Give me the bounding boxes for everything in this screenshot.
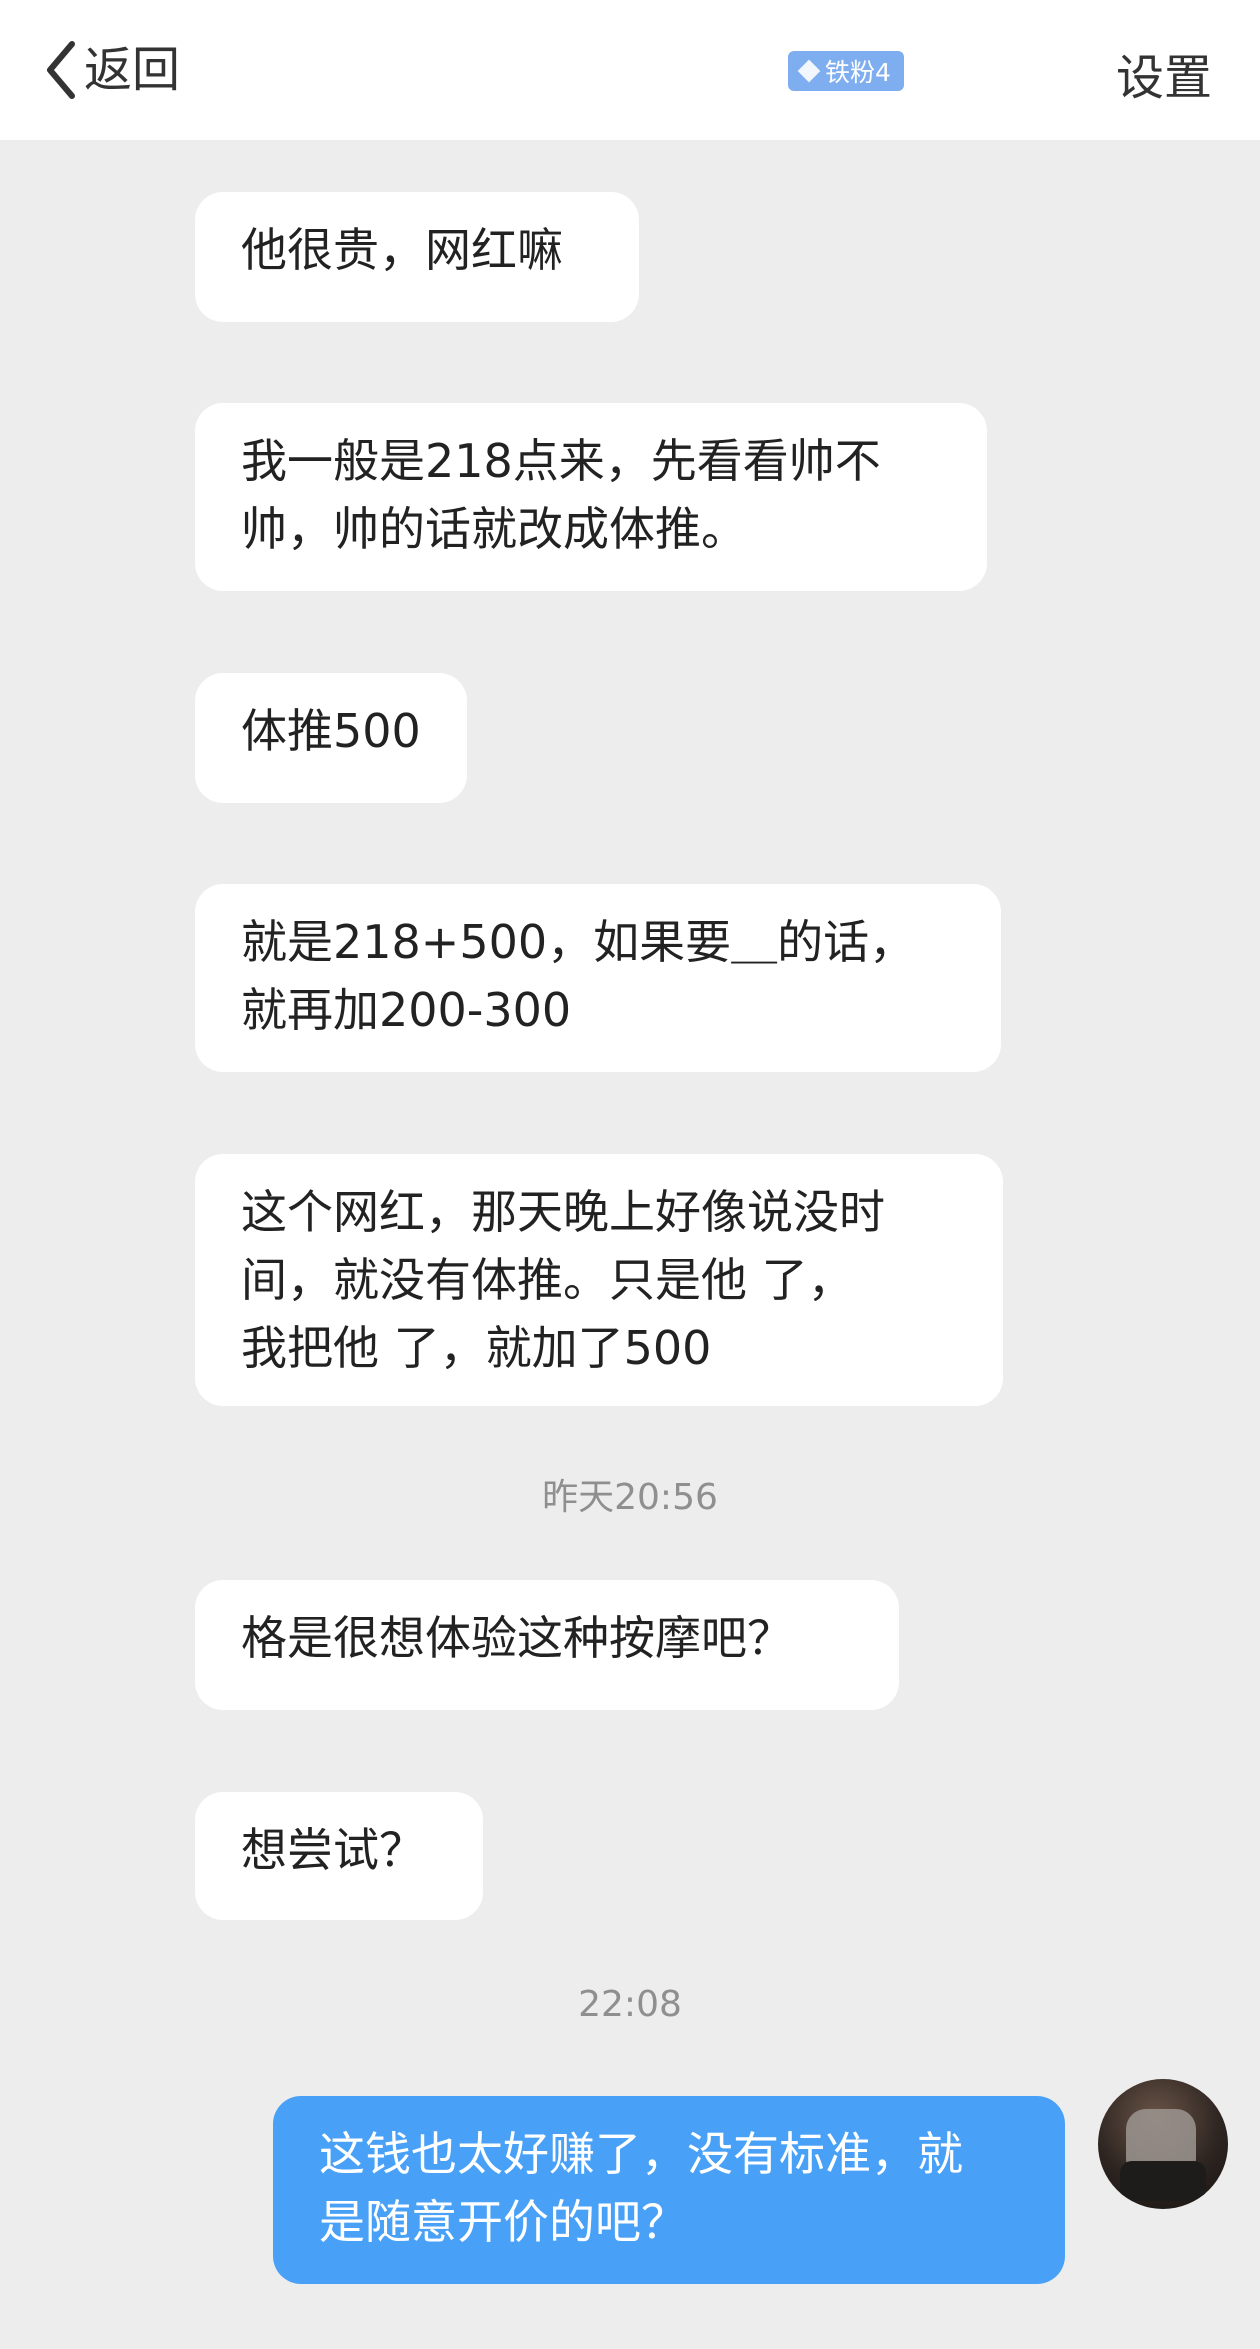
message-text: 就再加200-300	[241, 983, 572, 1037]
message-text: 帅，帅的话就改成体推。	[241, 502, 747, 556]
message-text: 格是很想体验这种按摩吧？	[241, 1611, 793, 1665]
message-text: 是随意开价的吧？	[319, 2195, 687, 2249]
chevron-left-icon	[44, 40, 78, 100]
message-bubble[interactable]: 就是218+500，如果要＿的话， 就再加200-300	[195, 884, 1001, 1072]
avatar[interactable]	[1098, 2079, 1228, 2209]
message-bubble[interactable]: 格是很想体验这种按摩吧？	[195, 1580, 899, 1710]
message-text: 这钱也太好赚了，没有标准，就	[319, 2127, 963, 2181]
message-bubble[interactable]: 体推500	[195, 673, 467, 803]
settings-button[interactable]: 设置	[1116, 38, 1212, 108]
message-text: 我把他 了，就加了500	[241, 1321, 712, 1375]
message-bubble[interactable]: 这个网红，那天晚上好像说没时 间，就没有体推。只是他 了， 我把他 了，就加了5…	[195, 1154, 1003, 1406]
message-timestamp: 22:08	[578, 1984, 682, 2025]
fan-level-badge: 铁粉4	[788, 51, 904, 91]
message-text: 他很贵，网红嘛	[241, 223, 563, 277]
message-bubble[interactable]: 我一般是218点来，先看看帅不 帅，帅的话就改成体推。	[195, 403, 987, 591]
message-text: 体推500	[241, 704, 421, 758]
fan-level-label: 铁粉4	[825, 58, 891, 87]
back-label: 返回	[84, 42, 181, 98]
message-text: 这个网红，那天晚上好像说没时	[241, 1185, 885, 1239]
back-button[interactable]: 返回	[44, 34, 180, 106]
message-timestamp: 昨天20:56	[542, 1477, 718, 1518]
message-text: 间，就没有体推。只是他 了，	[241, 1253, 854, 1307]
avatar-photo-shorts	[1120, 2161, 1206, 2201]
message-bubble[interactable]: 他很贵，网红嘛	[195, 192, 639, 322]
top-bar: 返回 铁粉4 设置	[0, 0, 1260, 140]
own-message-bubble[interactable]: 这钱也太好赚了，没有标准，就 是随意开价的吧？	[273, 2096, 1065, 2284]
message-text: 就是218+500，如果要＿的话，	[241, 915, 916, 969]
diamond-icon	[797, 59, 821, 83]
message-text: 我一般是218点来，先看看帅不	[241, 434, 881, 488]
avatar-photo-shirt	[1126, 2109, 1196, 2169]
message-bubble[interactable]: 想尝试？	[195, 1792, 483, 1920]
message-text: 想尝试？	[241, 1823, 425, 1877]
